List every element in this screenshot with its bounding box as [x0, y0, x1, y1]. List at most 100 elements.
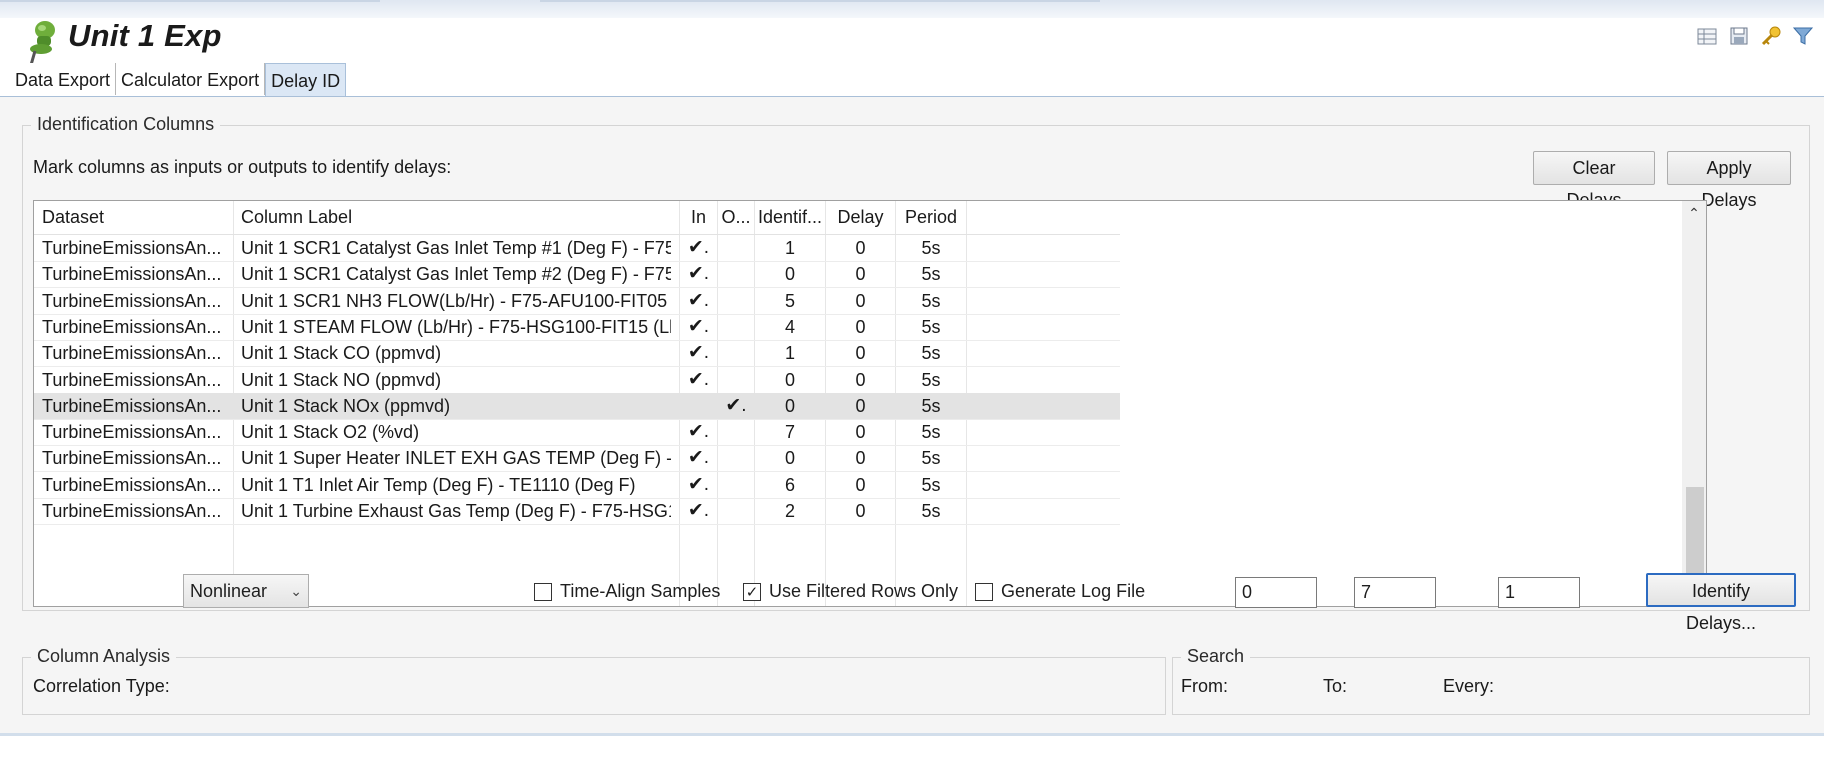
cell-out-check[interactable]: ✔. — [718, 393, 754, 419]
column-header-dataset[interactable]: Dataset — [42, 201, 227, 234]
cell-out-check[interactable] — [718, 445, 754, 471]
cell-out-check[interactable] — [718, 314, 754, 340]
cell-out-check[interactable] — [718, 288, 754, 314]
cell-dataset: TurbineEmissionsAn... — [42, 264, 222, 285]
key-icon[interactable] — [1760, 25, 1782, 47]
table-vertical-scrollbar[interactable]: ⌃ ⌄ — [1682, 201, 1706, 606]
cell-period: 5s — [921, 316, 941, 337]
cell-in-check[interactable]: ✔. — [680, 340, 717, 366]
scroll-up-icon[interactable]: ⌃ — [1682, 201, 1706, 225]
cell-identified: 0 — [784, 264, 795, 285]
cell-period: 5s — [921, 395, 941, 416]
table-row[interactable]: TurbineEmissionsAn... Unit 1 SCR1 Catalys… — [34, 261, 1120, 289]
generate-log-box[interactable] — [975, 582, 993, 601]
cell-period: 5s — [921, 264, 941, 285]
cell-dataset: TurbineEmissionsAn... — [42, 316, 222, 337]
cell-dataset: TurbineEmissionsAn... — [42, 474, 222, 495]
identification-instruction: Mark columns as inputs or outputs to ide… — [33, 157, 452, 177]
delay-columns-table: Dataset Column Label In O... Identif... … — [33, 200, 1707, 607]
filtered-rows-checkbox[interactable]: ✓ Use Filtered Rows Only — [743, 581, 958, 602]
cell-dataset: TurbineEmissionsAn... — [42, 343, 222, 364]
cell-period: 5s — [921, 501, 941, 521]
cell-in-check[interactable]: ✔. — [680, 472, 717, 498]
cell-out-check[interactable] — [718, 419, 754, 445]
table-row[interactable]: TurbineEmissionsAn... Unit 1 SCR1 NH3 FLO… — [34, 288, 1120, 315]
cell-delay: 0 — [855, 238, 866, 258]
cell-in-check[interactable]: ✔. — [680, 314, 717, 340]
cell-in-check[interactable]: ✔. — [680, 367, 717, 393]
table-row[interactable]: TurbineEmissionsAn... Unit 1 Stack NO (pp… — [34, 367, 1120, 394]
cell-column-label: Unit 1 Turbine Exhaust Gas Temp (Deg F) … — [241, 501, 671, 521]
cell-out-check[interactable] — [718, 235, 754, 261]
tab-data-export[interactable]: Data Export — [10, 63, 117, 95]
cell-identified: 0 — [784, 395, 795, 416]
filtered-rows-box[interactable]: ✓ — [743, 582, 761, 601]
table-header: Dataset Column Label In O... Identif... … — [34, 201, 1120, 235]
cell-dataset: TurbineEmissionsAn... — [42, 369, 222, 390]
cell-in-check[interactable]: ✔. — [680, 419, 717, 445]
table-row[interactable]: TurbineEmissionsAn... Unit 1 Stack CO (pp… — [34, 340, 1120, 368]
generate-log-checkbox[interactable]: Generate Log File — [975, 581, 1145, 602]
apply-delays-button[interactable]: Apply Delays — [1667, 151, 1791, 210]
correlation-type-select[interactable]: Nonlinear ⌄ — [183, 574, 309, 608]
cell-identified: 0 — [784, 369, 795, 390]
column-header-delay[interactable]: Delay — [826, 201, 895, 234]
editor-title: Unit 1 Exp — [68, 18, 222, 53]
columns-icon[interactable] — [1696, 25, 1718, 47]
cell-period: 5s — [921, 422, 941, 443]
column-header-column-label[interactable]: Column Label — [241, 201, 671, 234]
every-label: Every: — [1443, 676, 1495, 696]
cell-delay: 0 — [855, 474, 866, 495]
filtered-rows-label: Use Filtered Rows Only — [769, 581, 959, 601]
table-row[interactable]: TurbineEmissionsAn... Unit 1 Super Heater… — [34, 445, 1120, 473]
cell-column-label: Unit 1 T1 Inlet Air Temp (Deg F) - TE111… — [241, 474, 636, 495]
cell-identified: 1 — [784, 238, 795, 258]
cell-dataset: TurbineEmissionsAn... — [42, 422, 222, 443]
cell-dataset: TurbineEmissionsAn... — [42, 395, 222, 416]
tab-delay-id[interactable]: Delay ID — [265, 63, 347, 96]
column-header-in[interactable]: In — [680, 201, 717, 234]
cell-in-check[interactable] — [680, 393, 717, 419]
identify-delays-button[interactable]: Identify Delays... — [1646, 573, 1796, 633]
cell-column-label: Unit 1 Stack O2 (%vd) — [241, 422, 420, 443]
tab-calculator-export[interactable]: Calculator Export — [116, 63, 266, 95]
cell-out-check[interactable] — [718, 261, 754, 287]
cell-delay: 0 — [855, 290, 866, 311]
save-icon[interactable] — [1728, 25, 1750, 47]
from-label: From: — [1181, 676, 1228, 696]
to-input[interactable]: 7 — [1354, 577, 1436, 608]
cell-in-check[interactable]: ✔. — [680, 235, 717, 261]
cell-in-check[interactable]: ✔. — [680, 288, 717, 314]
time-align-box[interactable] — [534, 582, 552, 601]
table-row[interactable]: TurbineEmissionsAn... Unit 1 T1 Inlet Air… — [34, 472, 1120, 499]
table-row[interactable]: TurbineEmissionsAn... Unit 1 Turbine Exha… — [34, 498, 1120, 525]
filter-icon[interactable] — [1792, 25, 1814, 47]
cell-period: 5s — [921, 448, 941, 469]
cell-in-check[interactable]: ✔. — [680, 261, 717, 287]
cell-out-check[interactable] — [718, 472, 754, 498]
table-row[interactable]: TurbineEmissionsAn... Unit 1 Stack NOx (p… — [34, 392, 1120, 420]
table-row[interactable]: TurbineEmissionsAn... Unit 1 STEAM FLOW (… — [34, 314, 1120, 341]
scrollbar-thumb[interactable] — [1686, 487, 1704, 577]
cell-dataset: TurbineEmissionsAn... — [42, 501, 222, 521]
cell-in-check[interactable]: ✔. — [680, 445, 717, 471]
cell-identified: 7 — [784, 422, 795, 443]
every-input[interactable]: 1 — [1498, 577, 1580, 608]
column-header-out[interactable]: O... — [718, 201, 754, 234]
column-header-identified[interactable]: Identif... — [755, 201, 825, 234]
cell-column-label: Unit 1 SCR1 Catalyst Gas Inlet Temp #2 (… — [241, 264, 671, 285]
cell-in-check[interactable]: ✔. — [680, 498, 717, 524]
cell-out-check[interactable] — [718, 367, 754, 393]
cell-column-label: Unit 1 Stack NOx (ppmvd) — [241, 395, 451, 416]
from-input[interactable]: 0 — [1235, 577, 1317, 608]
time-align-checkbox[interactable]: Time-Align Samples — [534, 581, 720, 602]
cell-period: 5s — [921, 369, 941, 390]
table-row[interactable]: TurbineEmissionsAn... Unit 1 Stack O2 (%v… — [34, 419, 1120, 447]
cell-out-check[interactable] — [718, 340, 754, 366]
column-header-period[interactable]: Period — [896, 201, 966, 234]
cell-delay: 0 — [855, 369, 866, 390]
cell-period: 5s — [921, 343, 941, 364]
table-row[interactable]: TurbineEmissionsAn... Unit 1 SCR1 Catalys… — [34, 235, 1120, 262]
clear-delays-button[interactable]: Clear Delays — [1533, 151, 1655, 210]
cell-out-check[interactable] — [718, 498, 754, 524]
